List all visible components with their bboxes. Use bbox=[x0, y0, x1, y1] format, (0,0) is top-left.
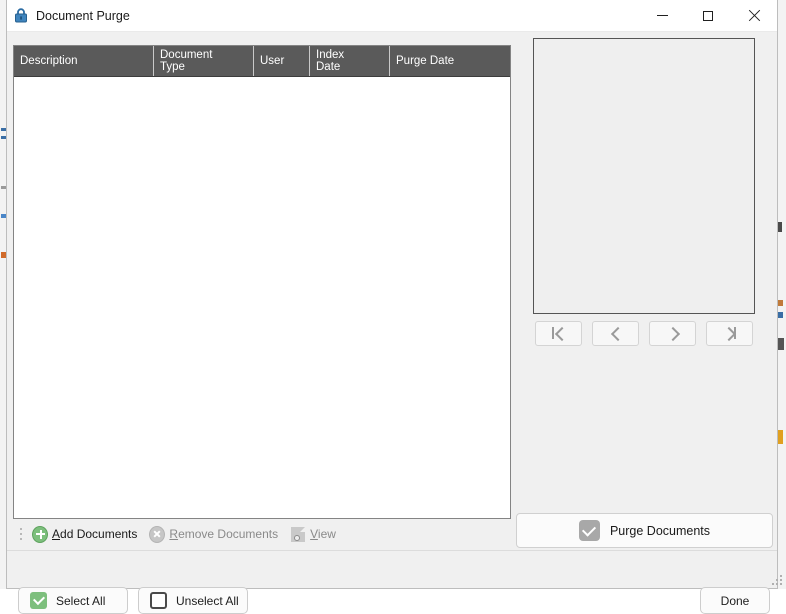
window-controls bbox=[639, 0, 777, 31]
toolbar-drag-handle[interactable] bbox=[17, 526, 24, 543]
column-header-document-type-line2: Type bbox=[160, 61, 185, 73]
column-header-index-date-line2: Date bbox=[316, 61, 341, 73]
grid-header-row: Description Document Type User Index Dat… bbox=[14, 46, 510, 77]
add-documents-button[interactable]: Add Documents bbox=[26, 523, 143, 545]
select-all-checkbox[interactable] bbox=[30, 592, 47, 609]
minimize-icon bbox=[656, 15, 668, 16]
grid-toolbar: Add Documents Remove Documents View bbox=[13, 521, 511, 547]
first-page-icon bbox=[550, 326, 569, 342]
grid-body-empty[interactable] bbox=[14, 77, 510, 518]
view-button[interactable]: View bbox=[284, 523, 342, 545]
add-documents-label: Add Documents bbox=[52, 527, 138, 541]
unselect-all-button[interactable]: Unselect All bbox=[138, 587, 248, 614]
check-icon bbox=[32, 593, 45, 606]
lock-icon bbox=[13, 8, 29, 24]
select-all-button[interactable]: Select All bbox=[18, 587, 128, 614]
preview-navigation bbox=[535, 321, 753, 346]
unselect-all-label: Unselect All bbox=[176, 593, 239, 608]
chevron-left-icon bbox=[607, 326, 625, 342]
column-header-index-date-line1: Index bbox=[316, 48, 345, 61]
column-header-purge-date[interactable]: Purge Date bbox=[390, 46, 510, 76]
column-header-description-line1: Description bbox=[20, 54, 78, 67]
select-all-label: Select All bbox=[56, 593, 106, 608]
remove-circle-icon bbox=[149, 525, 166, 543]
document-preview-pane[interactable] bbox=[533, 38, 755, 314]
close-icon bbox=[748, 10, 760, 22]
column-header-document-type[interactable]: Document Type bbox=[154, 46, 254, 76]
next-page-button[interactable] bbox=[649, 321, 696, 346]
minimize-button[interactable] bbox=[639, 0, 685, 31]
documents-grid[interactable]: Description Document Type User Index Dat… bbox=[13, 45, 511, 519]
document-purge-dialog: Document Purge Description Document Type… bbox=[6, 0, 778, 614]
column-header-user[interactable]: User bbox=[254, 46, 310, 76]
check-icon bbox=[582, 522, 597, 537]
previous-page-button[interactable] bbox=[592, 321, 639, 346]
window-title: Document Purge bbox=[36, 8, 130, 23]
last-page-button[interactable] bbox=[706, 321, 753, 346]
first-page-button[interactable] bbox=[535, 321, 582, 346]
dialog-footer: Select All Unselect All Done bbox=[7, 550, 777, 614]
chevron-right-icon bbox=[664, 326, 682, 342]
resize-grip[interactable] bbox=[772, 575, 784, 587]
maximize-icon bbox=[703, 10, 713, 21]
column-header-purge-date-line1: Purge Date bbox=[396, 54, 455, 67]
remove-documents-button[interactable]: Remove Documents bbox=[143, 523, 284, 545]
last-page-icon bbox=[721, 326, 739, 342]
document-search-icon bbox=[290, 526, 306, 542]
add-circle-icon bbox=[32, 525, 48, 543]
dialog-body: Description Document Type User Index Dat… bbox=[7, 32, 777, 614]
column-header-description[interactable]: Description bbox=[14, 46, 154, 76]
close-button[interactable] bbox=[731, 0, 777, 31]
column-header-user-line1: User bbox=[260, 54, 285, 67]
purge-documents-button[interactable]: Purge Documents bbox=[516, 513, 773, 548]
purge-documents-checkbox[interactable] bbox=[578, 520, 600, 541]
done-button[interactable]: Done bbox=[700, 587, 770, 614]
screen: Default Toolbars in Many Common Tasks Su… bbox=[0, 0, 786, 614]
column-header-index-date[interactable]: Index Date bbox=[310, 46, 390, 76]
purge-documents-label: Purge Documents bbox=[609, 523, 711, 538]
view-label: View bbox=[310, 527, 336, 541]
unselect-all-checkbox[interactable] bbox=[150, 592, 167, 609]
remove-documents-label: Remove Documents bbox=[169, 527, 279, 541]
maximize-button[interactable] bbox=[685, 0, 731, 31]
title-bar: Document Purge bbox=[7, 0, 777, 32]
column-header-document-type-line1: Document bbox=[160, 48, 213, 61]
done-label: Done bbox=[720, 593, 750, 608]
